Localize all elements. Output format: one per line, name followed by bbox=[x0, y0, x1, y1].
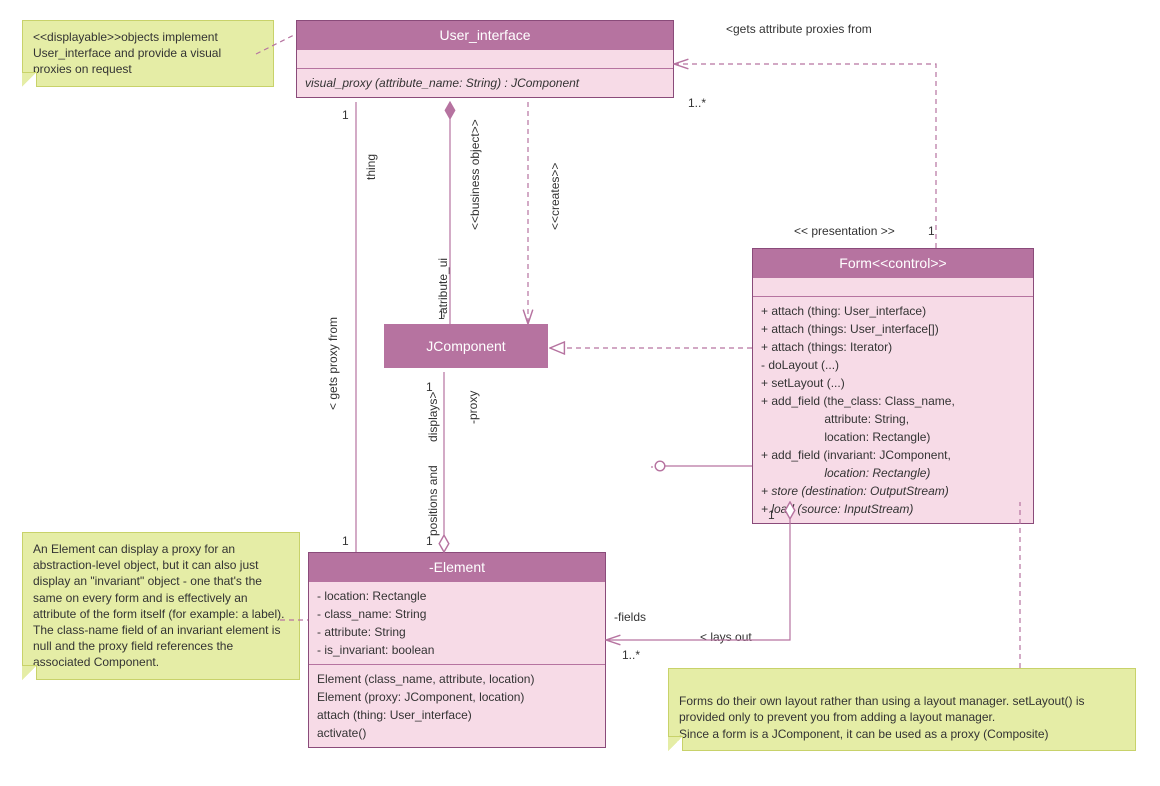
operation: - doLayout (...) bbox=[761, 356, 1025, 374]
note-text: Forms do their own layout rather than us… bbox=[679, 694, 1085, 740]
class-title: -Element bbox=[309, 553, 605, 581]
label-thing: thing bbox=[364, 154, 378, 180]
operation: + load (source: InputStream) bbox=[761, 500, 1025, 518]
operation: + add_field (the_class: Class_name, bbox=[761, 392, 1025, 410]
class-title: User_interface bbox=[297, 21, 673, 49]
operation: activate() bbox=[317, 724, 597, 742]
class-title: JComponent bbox=[426, 338, 505, 354]
class-user-interface: User_interface visual_proxy (attribute_n… bbox=[296, 20, 674, 98]
operation: + add_field (invariant: JComponent, bbox=[761, 446, 1025, 464]
label-one: 1 bbox=[928, 224, 935, 238]
label-creates: <<creates>> bbox=[548, 163, 562, 230]
label-gets-attr-proxies: <gets attribute proxies from bbox=[726, 22, 886, 36]
label-positions-displays: positions and displays> bbox=[426, 392, 440, 536]
label-fields: -fields bbox=[614, 610, 646, 624]
operation: visual_proxy (attribute_name: String) : … bbox=[305, 74, 665, 92]
class-jcomponent: JComponent bbox=[384, 324, 548, 368]
operation: attribute: String, bbox=[761, 410, 1025, 428]
label-one: 1 bbox=[768, 508, 775, 522]
attribute: - is_invariant: boolean bbox=[317, 641, 597, 659]
class-form: Form<<control>> + attach (thing: User_in… bbox=[752, 248, 1034, 524]
label-lays-out: < lays out bbox=[700, 630, 752, 644]
note-displayable: <<displayable>>objects implement User_in… bbox=[22, 20, 274, 87]
label-one: 1 bbox=[426, 534, 433, 548]
operation: attach (thing: User_interface) bbox=[317, 706, 597, 724]
note-element: An Element can display a proxy for an ab… bbox=[22, 532, 300, 680]
label-one: 1 bbox=[342, 534, 349, 548]
attribute: - location: Rectangle bbox=[317, 587, 597, 605]
operation: + attach (things: Iterator) bbox=[761, 338, 1025, 356]
operation: + attach (things: User_interface[]) bbox=[761, 320, 1025, 338]
label-one: 1 bbox=[342, 108, 349, 122]
class-title: Form<<control>> bbox=[753, 249, 1033, 277]
note-form: Forms do their own layout rather than us… bbox=[668, 668, 1136, 751]
operation: + setLayout (...) bbox=[761, 374, 1025, 392]
operation: + store (destination: OutputStream) bbox=[761, 482, 1025, 500]
operation: Element (class_name, attribute, location… bbox=[317, 670, 597, 688]
attribute: - class_name: String bbox=[317, 605, 597, 623]
operation: Element (proxy: JComponent, location) bbox=[317, 688, 597, 706]
operation: + attach (thing: User_interface) bbox=[761, 302, 1025, 320]
operation: location: Rectangle) bbox=[761, 464, 1025, 482]
label-one: 1 bbox=[438, 308, 445, 322]
label-proxy: -proxy bbox=[466, 391, 480, 424]
label-gets-proxy: < gets proxy from bbox=[326, 317, 340, 410]
operation: location: Rectangle) bbox=[761, 428, 1025, 446]
label-business-object: <<business object>> bbox=[468, 119, 482, 230]
label-one-star: 1..* bbox=[622, 648, 640, 662]
class-element: -Element - location: Rectangle - class_n… bbox=[308, 552, 606, 748]
note-text: An Element can display a proxy for an ab… bbox=[33, 542, 284, 669]
label-one-star: 1..* bbox=[688, 96, 706, 110]
label-one: 1 bbox=[426, 380, 433, 394]
note-text: <<displayable>>objects implement User_in… bbox=[33, 30, 221, 76]
label-presentation: << presentation >> bbox=[794, 224, 895, 238]
attribute: - attribute: String bbox=[317, 623, 597, 641]
